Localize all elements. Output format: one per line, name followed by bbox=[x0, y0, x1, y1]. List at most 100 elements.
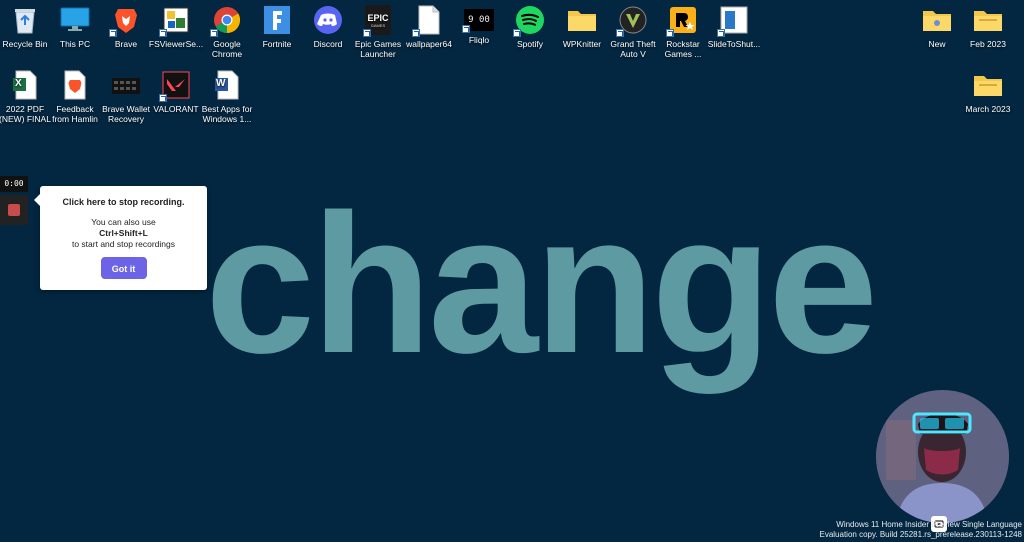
excel-doc-icon: X bbox=[10, 70, 40, 100]
fsviewer-icon[interactable]: FSViewerSe... bbox=[149, 5, 203, 49]
icon-label: 2022 PDF (NEW) FINAL bbox=[0, 104, 51, 124]
fliqlo-icon[interactable]: 9 00 Fliqlo bbox=[452, 5, 506, 45]
got-it-button[interactable]: Got it bbox=[100, 257, 147, 279]
epic-logo-icon: EPIC GAMES bbox=[363, 5, 391, 37]
gta-v-icon[interactable]: Grand Theft Auto V bbox=[606, 5, 660, 59]
icon-label: Brave bbox=[114, 39, 138, 49]
shortcut-arrow-icon bbox=[412, 29, 420, 37]
recording-timer: 0:00 bbox=[0, 176, 28, 192]
folder-icon bbox=[567, 5, 597, 35]
valorant-logo-icon bbox=[159, 70, 191, 102]
flip-clock-text: 9 00 bbox=[468, 15, 490, 25]
brave-doc-icon bbox=[60, 70, 90, 100]
monitor-icon bbox=[60, 5, 90, 35]
fortnite-logo-icon bbox=[262, 5, 292, 35]
wallet-grid-icon bbox=[111, 70, 141, 100]
chrome-logo-icon bbox=[210, 5, 242, 37]
epic-logo-text: EPIC bbox=[367, 12, 389, 23]
folder-icon bbox=[922, 5, 952, 35]
shortcut-arrow-icon bbox=[666, 29, 674, 37]
recycle-bin-glyph-icon bbox=[10, 5, 40, 35]
icon-label: Google Chrome bbox=[211, 39, 243, 59]
tooltip-title: Click here to stop recording. bbox=[62, 197, 185, 207]
icon-label: WPKnitter bbox=[562, 39, 602, 49]
shortcut-arrow-icon bbox=[210, 29, 218, 37]
icon-label: New bbox=[928, 39, 946, 49]
flip-clock-icon: 9 00 bbox=[462, 9, 494, 33]
brave-wallet-icon[interactable]: Brave Wallet Recovery bbox=[99, 70, 153, 124]
icon-label: Grand Theft Auto V bbox=[610, 39, 656, 59]
icon-label: SlideToShut... bbox=[707, 39, 761, 49]
spotify-icon[interactable]: Spotify bbox=[503, 5, 557, 49]
this-pc-icon[interactable]: This PC bbox=[48, 5, 102, 49]
tooltip-line1: You can also use bbox=[91, 217, 156, 227]
epic-games-icon[interactable]: EPIC GAMES Epic Games Launcher bbox=[351, 5, 405, 59]
watermark-line1: Windows 11 Home Insider Preview Single L… bbox=[836, 520, 1022, 529]
icon-label: Feb 2023 bbox=[970, 39, 1006, 49]
folder-feb-2023[interactable]: Feb 2023 bbox=[961, 5, 1015, 49]
word-letter: W bbox=[216, 78, 226, 89]
icon-label: FSViewerSe... bbox=[148, 39, 204, 49]
slide-app-icon bbox=[717, 5, 749, 37]
wpknitter-icon[interactable]: WPKnitter bbox=[555, 5, 609, 49]
folder-new[interactable]: New bbox=[910, 5, 964, 49]
windows-watermark: Windows 11 Home Insider Preview Single L… bbox=[819, 520, 1022, 540]
webcam-bubble[interactable] bbox=[876, 390, 1009, 523]
shortcut-arrow-icon bbox=[513, 29, 521, 37]
icon-label: Fortnite bbox=[262, 39, 292, 49]
icon-label: Recycle Bin bbox=[2, 39, 48, 49]
discord-icon[interactable]: Discord bbox=[301, 5, 355, 49]
webcam-person-image bbox=[876, 390, 1009, 523]
gta-logo-icon bbox=[616, 5, 648, 37]
recycle-bin-icon[interactable]: Recycle Bin bbox=[0, 5, 52, 49]
fortnite-icon[interactable]: Fortnite bbox=[250, 5, 304, 49]
tooltip-line2: to start and stop recordings bbox=[71, 239, 175, 249]
icon-label: Fliqlo bbox=[468, 35, 490, 45]
icon-label: Brave Wallet Recovery bbox=[102, 104, 150, 124]
discord-logo-icon bbox=[313, 5, 343, 35]
shortcut-arrow-icon bbox=[159, 94, 167, 102]
icon-label: Spotify bbox=[517, 39, 543, 49]
watermark-line2: Evaluation copy. Build 25281.rs_prerelea… bbox=[819, 530, 1022, 539]
slidetoshut-icon[interactable]: SlideToShut... bbox=[707, 5, 761, 49]
rockstar-logo-icon bbox=[666, 5, 698, 37]
fsviewer-image-icon bbox=[159, 5, 191, 37]
tooltip-shortcut: Ctrl+Shift+L bbox=[99, 228, 148, 238]
stop-icon bbox=[8, 204, 20, 216]
shortcut-arrow-icon bbox=[109, 29, 117, 37]
icon-label: Epic Games Launcher bbox=[354, 39, 402, 59]
excel-letter: X bbox=[15, 78, 22, 89]
excel-file-icon[interactable]: X 2022 PDF (NEW) FINAL bbox=[0, 70, 52, 124]
shortcut-arrow-icon bbox=[159, 29, 167, 37]
icon-label: VALORANT bbox=[153, 104, 199, 114]
word-doc-icon: W bbox=[212, 70, 242, 100]
valorant-icon[interactable]: VALORANT bbox=[149, 70, 203, 114]
icon-label: Feedback from Hamlin bbox=[52, 104, 98, 124]
folder-icon bbox=[973, 5, 1003, 35]
epic-logo-subtext: GAMES bbox=[370, 22, 386, 28]
icon-label: Discord bbox=[313, 39, 343, 49]
wallpaper64-icon[interactable]: wallpaper64 bbox=[402, 5, 456, 49]
brave-icon[interactable]: Brave bbox=[99, 5, 153, 49]
stop-recording-button[interactable] bbox=[0, 195, 28, 225]
best-apps-icon[interactable]: W Best Apps for Windows 1... bbox=[200, 70, 254, 124]
file-icon bbox=[412, 5, 444, 37]
folder-icon bbox=[973, 70, 1003, 100]
feedback-file-icon[interactable]: Feedback from Hamlin bbox=[48, 70, 102, 124]
shortcut-arrow-icon bbox=[363, 29, 371, 37]
shortcut-arrow-icon bbox=[616, 29, 624, 37]
icon-label: wallpaper64 bbox=[406, 39, 452, 49]
recording-tooltip: Click here to stop recording. You can al… bbox=[34, 186, 207, 290]
shortcut-arrow-icon bbox=[717, 29, 725, 37]
folder-march-2023[interactable]: March 2023 bbox=[961, 70, 1015, 114]
icon-label: Best Apps for Windows 1... bbox=[201, 104, 253, 124]
rockstar-icon[interactable]: Rockstar Games ... bbox=[656, 5, 710, 59]
icon-label: Rockstar Games ... bbox=[664, 39, 702, 59]
spotify-logo-icon bbox=[513, 5, 545, 37]
wallpaper-text: change bbox=[205, 173, 878, 394]
icon-label: March 2023 bbox=[965, 104, 1011, 114]
icon-label: This PC bbox=[59, 39, 91, 49]
shortcut-arrow-icon bbox=[462, 25, 470, 33]
google-chrome-icon[interactable]: Google Chrome bbox=[200, 5, 254, 59]
brave-lion-icon bbox=[109, 5, 141, 37]
